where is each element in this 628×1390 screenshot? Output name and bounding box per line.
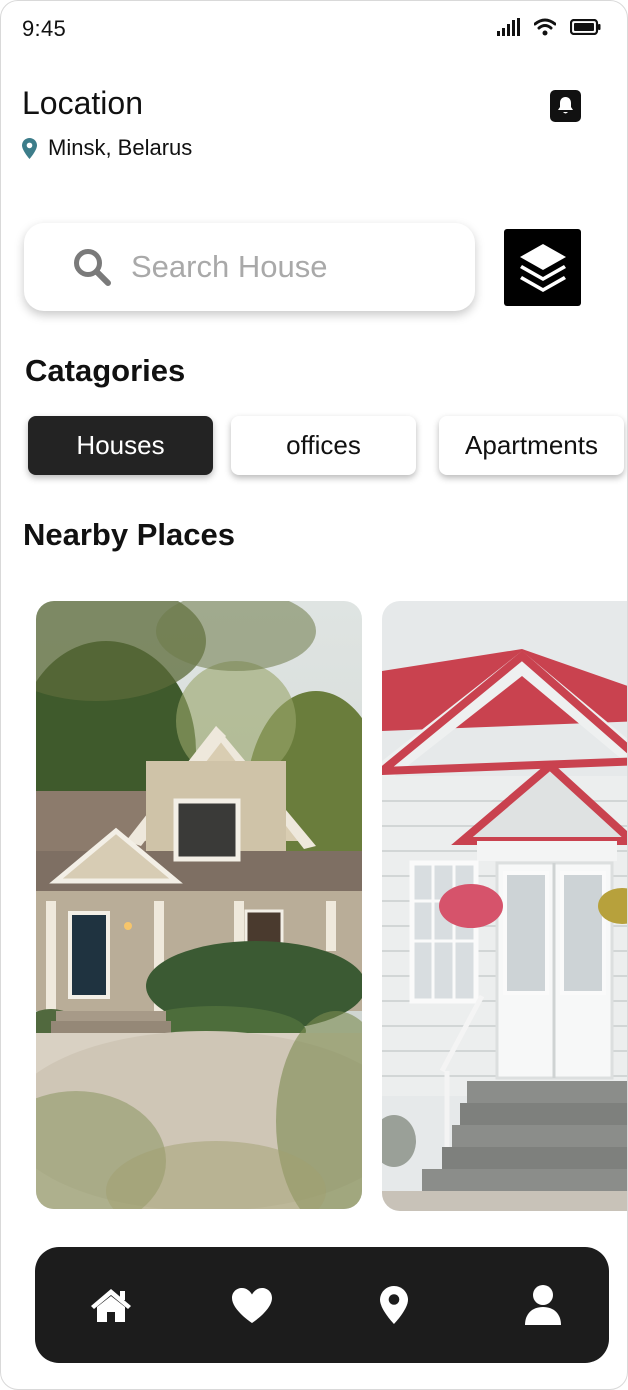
place-card[interactable] bbox=[382, 601, 627, 1211]
bell-icon bbox=[558, 97, 573, 114]
signal-icon bbox=[497, 18, 520, 36]
nav-profile[interactable] bbox=[518, 1280, 568, 1330]
nav-home[interactable] bbox=[86, 1280, 136, 1330]
home-icon bbox=[91, 1289, 131, 1322]
categories-title: Catagories bbox=[25, 353, 186, 388]
layers-icon bbox=[519, 243, 566, 292]
nav-map[interactable] bbox=[369, 1280, 419, 1330]
nav-favorites[interactable] bbox=[227, 1280, 277, 1330]
category-chip-houses[interactable]: Houses bbox=[28, 416, 213, 475]
search-box[interactable] bbox=[24, 223, 475, 311]
bottom-nav bbox=[35, 1247, 609, 1363]
phone-screen: 9:45 Location Minsk, Belarus Search Hous… bbox=[0, 0, 628, 1390]
wifi-icon bbox=[534, 18, 556, 36]
location-row[interactable]: Minsk, Belarus bbox=[22, 135, 192, 161]
heart-icon bbox=[232, 1287, 272, 1323]
house-photo bbox=[382, 601, 627, 1211]
house-photo bbox=[36, 601, 362, 1209]
location-city: Minsk, Belarus bbox=[48, 135, 193, 160]
battery-icon bbox=[570, 19, 601, 35]
map-pin-icon bbox=[22, 137, 37, 159]
location-title: Location bbox=[22, 85, 143, 121]
map-pin-icon bbox=[380, 1286, 408, 1324]
category-chip-apartments[interactable]: Apartments bbox=[439, 416, 624, 475]
status-time: 9:45 bbox=[22, 16, 67, 41]
nearby-title: Nearby Places bbox=[23, 517, 235, 552]
notification-button[interactable] bbox=[550, 90, 581, 122]
search-input[interactable] bbox=[131, 249, 431, 285]
search-icon bbox=[74, 248, 111, 286]
status-icons bbox=[497, 18, 601, 36]
category-chip-offices[interactable]: offices bbox=[231, 416, 416, 475]
user-icon bbox=[525, 1285, 561, 1325]
filter-button[interactable] bbox=[504, 229, 581, 306]
place-card[interactable] bbox=[36, 601, 362, 1209]
